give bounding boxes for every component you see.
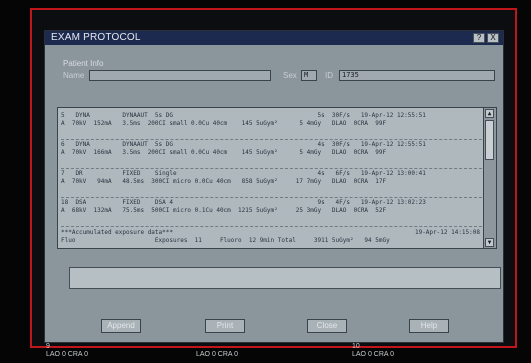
exposure-row-line2: A 70kV 152mA 3.5ms 200CI small 0.0Cu 40c… — [61, 120, 387, 127]
id-label: ID — [325, 71, 333, 80]
exposure-rows: 5 DYNA DYNAAUT 5s DG 5s 30F/s 19-Apr-12 … — [61, 111, 482, 248]
exposure-row-line1: 7 DR FIXED Single 4s 6F/s 19-Apr-12 13:0… — [61, 170, 426, 177]
exposure-row[interactable]: 7 DR FIXED Single 4s 6F/s 19-Apr-12 13:0… — [61, 169, 482, 198]
sex-field[interactable]: M — [301, 70, 317, 81]
scroll-up-icon[interactable]: ▲ — [485, 109, 494, 118]
exposure-row[interactable]: 6 DYNA DYNAAUT 5s DG 4s 30F/s 19-Apr-12 … — [61, 140, 482, 169]
exposure-row-line1: 18 DSA FIXED DSA 4 9s 4F/s 19-Apr-12 13:… — [61, 199, 426, 206]
exposure-row-line2: A 68kV 132mA 75.5ms 500CI micro 0.1Cu 40… — [61, 207, 387, 214]
window-buttons: ? X — [473, 33, 499, 43]
exam-protocol-dialog: EXAM PROTOCOL ? X Patient Info Name Sex … — [44, 30, 504, 343]
name-field[interactable] — [89, 70, 271, 81]
append-button[interactable]: Append — [101, 319, 141, 333]
close-window-button[interactable]: X — [487, 33, 499, 43]
dialog-title: EXAM PROTOCOL — [51, 32, 141, 43]
viewport-angle-label: LAO 0 CRA 0 — [196, 351, 239, 358]
summary-timestamp: 19-Apr-12 14:15:08 — [414, 229, 480, 236]
exposure-row-line1: 6 DYNA DYNAAUT 5s DG 4s 30F/s 19-Apr-12 … — [61, 141, 426, 148]
sex-label: Sex — [283, 71, 297, 80]
viewport-number: 10 — [352, 343, 360, 350]
accumulated-summary: ***Accumulated exposure data*** 19-Apr-1… — [61, 227, 482, 248]
viewport-number: 9 — [46, 343, 50, 350]
id-field[interactable]: 1735 — [339, 70, 495, 81]
print-button[interactable]: Print — [205, 319, 245, 333]
exposure-row-line1: 5 DYNA DYNAAUT 5s DG 5s 30F/s 19-Apr-12 … — [61, 112, 426, 119]
help-window-button[interactable]: ? — [473, 33, 485, 43]
exposure-list[interactable]: 5 DYNA DYNAAUT 5s DG 5s 30F/s 19-Apr-12 … — [57, 107, 497, 249]
exposure-row[interactable]: 18 DSA FIXED DSA 4 9s 4F/s 19-Apr-12 13:… — [61, 198, 482, 227]
name-label: Name — [63, 71, 85, 80]
comment-field[interactable] — [69, 267, 501, 289]
patient-info-label: Patient Info — [63, 59, 104, 68]
exposure-row[interactable]: 5 DYNA DYNAAUT 5s DG 5s 30F/s 19-Apr-12 … — [61, 111, 482, 140]
exposure-row-line2: A 70kV 94mA 48.5ms 300CI micro 0.0Cu 40c… — [61, 178, 387, 185]
title-bar: EXAM PROTOCOL ? X — [45, 31, 503, 45]
scroll-down-icon[interactable]: ▼ — [485, 238, 494, 247]
patient-info-group: Patient Info Name Sex M ID 1735 — [57, 59, 503, 87]
close-button[interactable]: Close — [307, 319, 347, 333]
scroll-thumb[interactable] — [485, 120, 494, 160]
summary-fluoro-line: Fluo Exposures 11 Fluoro 12 9min Total 3… — [61, 237, 390, 244]
list-scrollbar[interactable]: ▲ ▼ — [483, 108, 496, 248]
viewport-angle-label: LAO 0 CRA 0 — [46, 351, 89, 358]
exposure-row-line2: A 70kV 166mA 3.5ms 200CI small 0.0Cu 40c… — [61, 149, 387, 156]
help-button[interactable]: Help — [409, 319, 449, 333]
viewport-angle-label: LAO 0 CRA 0 — [352, 351, 395, 358]
